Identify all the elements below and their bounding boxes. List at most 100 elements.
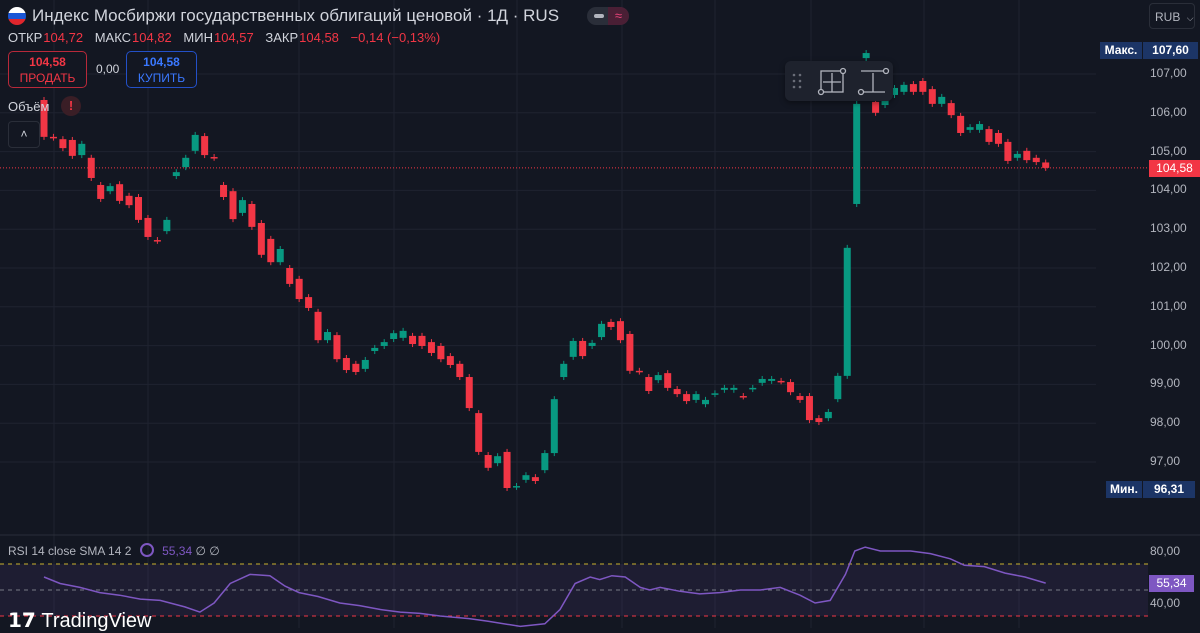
candle-down	[739, 396, 747, 398]
currency-value: RUB	[1155, 10, 1181, 24]
candle-down	[484, 455, 492, 468]
candle-down	[1042, 162, 1050, 168]
price-tick-label: 103,00	[1150, 221, 1187, 236]
candle-down	[664, 373, 672, 388]
candle-down	[201, 136, 209, 156]
candle-down	[295, 278, 303, 300]
candle-down	[352, 363, 360, 372]
candle-up	[78, 143, 86, 156]
open-value: 104,72	[43, 30, 84, 45]
floating-drawing-toolbar[interactable]	[785, 61, 893, 101]
chart-canvas[interactable]	[0, 0, 1200, 628]
candle-down	[683, 394, 691, 402]
spread-value: 0,00	[96, 62, 120, 76]
buy-label: КУПИТЬ	[137, 71, 186, 85]
tv-logo-icon: 𝟭𝟳	[8, 610, 36, 632]
candle-down	[257, 222, 265, 255]
sell-price: 104,58	[29, 55, 66, 69]
candle-up	[172, 172, 180, 177]
candle-down	[446, 356, 454, 365]
price-tick-label: 107,00	[1150, 66, 1187, 80]
candle-down	[475, 413, 483, 452]
russia-flag-icon	[8, 7, 26, 25]
candle-down	[531, 477, 539, 482]
candle-up	[588, 342, 596, 346]
candle-down	[872, 101, 880, 113]
candle-down	[153, 240, 161, 242]
candle-down	[87, 157, 95, 178]
candles	[40, 50, 1050, 491]
volume-legend[interactable]: Объём	[8, 99, 49, 114]
collapse-legend-button[interactable]: ˄	[8, 121, 40, 148]
price-tick-label: 104,00	[1150, 182, 1187, 197]
rsi-legend[interactable]: RSI 14 close SMA 14 2 55,34 ∅ ∅	[8, 543, 220, 558]
candle-down	[49, 136, 57, 139]
candle-down	[135, 196, 142, 220]
currency-select[interactable]: RUB ⌵	[1149, 3, 1195, 29]
chevron-down-icon: ⌵	[1186, 13, 1194, 23]
candle-down	[229, 191, 237, 220]
candle-up	[399, 330, 407, 338]
candle-down	[947, 103, 955, 116]
candle-down	[673, 389, 681, 395]
candle-down	[210, 157, 218, 159]
grid	[0, 0, 1148, 628]
candle-down	[928, 89, 936, 104]
candle-up	[238, 200, 246, 213]
rsi-last-badge: 55,34	[1149, 575, 1194, 592]
candle-down	[59, 139, 67, 149]
candle-down	[409, 335, 417, 345]
candle-down	[286, 268, 294, 284]
chevron-up-icon: ˄	[20, 127, 28, 141]
buy-button[interactable]: 104,58 КУПИТЬ	[126, 51, 197, 88]
buy-price: 104,58	[143, 55, 180, 69]
close-value: 104,58	[299, 30, 339, 45]
price-tick-label: 101,00	[1150, 298, 1187, 313]
candle-up	[758, 378, 766, 383]
candle-down	[985, 129, 993, 142]
sell-label: ПРОДАТЬ	[19, 71, 76, 85]
candle-down	[1004, 141, 1012, 161]
candle-up	[598, 323, 606, 338]
warning-icon[interactable]: !	[61, 96, 81, 116]
candle-down	[805, 396, 813, 421]
candle-down	[503, 451, 511, 488]
date-price-range-icon[interactable]	[817, 67, 847, 96]
price-range-icon[interactable]	[857, 67, 890, 96]
change-value: −0,14 (−0,13%)	[350, 30, 441, 45]
indicator-toggle[interactable]: ≈	[587, 7, 629, 25]
candle-down	[333, 335, 341, 360]
candle-up	[976, 124, 984, 130]
rsi-legend-extra: ∅ ∅	[195, 544, 220, 558]
candle-up	[768, 378, 776, 381]
rsi-tick-label: 40,00	[1150, 596, 1181, 610]
candle-up	[843, 247, 851, 376]
tradingview-logo[interactable]: 𝟭𝟳 TradingView	[8, 608, 151, 633]
rsi-band-fill	[0, 564, 1148, 616]
candle-down	[909, 84, 917, 92]
candle-down	[626, 333, 634, 371]
candle-up	[569, 340, 577, 357]
candle-up	[966, 127, 974, 130]
drag-handle-icon[interactable]	[792, 73, 802, 89]
candle-down	[342, 358, 350, 371]
sell-button[interactable]: 104,58 ПРОДАТЬ	[8, 51, 87, 88]
candle-down	[787, 382, 795, 393]
candle-up	[324, 332, 331, 341]
candle-up	[522, 475, 530, 480]
candle-down	[616, 321, 624, 341]
candle-up	[834, 375, 842, 400]
max-badge-label: Макс.	[1100, 42, 1142, 59]
max-badge-value: 107,60	[1143, 42, 1198, 59]
candle-up	[513, 486, 520, 488]
candle-down	[456, 363, 464, 378]
candle-up	[938, 96, 946, 104]
candle-up	[730, 387, 738, 390]
candle-down	[957, 115, 965, 133]
rsi-band	[0, 563, 1148, 617]
candle-down	[635, 370, 643, 373]
ohlc-legend: ОТКР104,72 МАКС104,82 МИН104,57 ЗАКР104,…	[8, 30, 448, 45]
rsi-title: RSI 14 close SMA 14 2	[8, 544, 132, 558]
candle-down	[267, 238, 275, 263]
minus-icon	[594, 14, 604, 18]
